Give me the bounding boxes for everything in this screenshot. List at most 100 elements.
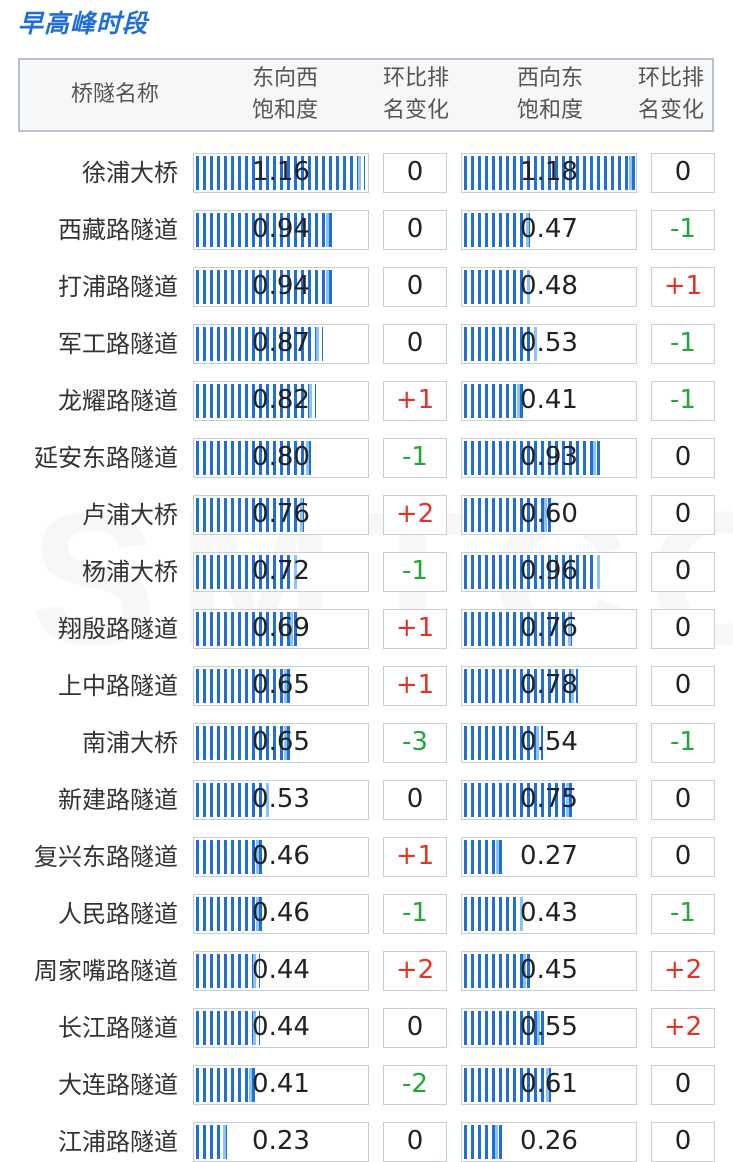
header-bridge-name: 桥隧名称: [70, 82, 159, 107]
bridge-name: 延安东路隧道: [34, 444, 178, 472]
table-row: 龙耀路隧道 0.82 +1 0.41 -1: [0, 373, 733, 430]
table-row: 江浦路隧道 0.23 0 0.26 0: [0, 1114, 733, 1162]
east-to-west-rank-change: 0: [383, 324, 447, 364]
bridge-name: 南浦大桥: [82, 729, 178, 757]
west-to-east-rank-change: 0: [651, 1065, 715, 1105]
table-row: 大连路隧道 0.41 -2 0.61 0: [0, 1057, 733, 1114]
saturation-value: 0.55: [520, 1012, 578, 1042]
saturation-value: 0.44: [252, 1012, 310, 1042]
east-to-west-saturation-bar: 0.44: [193, 951, 369, 991]
bridge-name: 大连路隧道: [58, 1071, 178, 1099]
saturation-value: 0.93: [520, 442, 578, 472]
west-to-east-saturation-bar: 0.75: [461, 780, 637, 820]
east-to-west-rank-change: -3: [383, 723, 447, 763]
east-to-west-saturation-bar: 0.23: [193, 1122, 369, 1162]
east-to-west-rank-change: -1: [383, 552, 447, 592]
saturation-value: 0.54: [520, 727, 578, 757]
west-to-east-saturation-bar: 0.27: [461, 837, 637, 877]
saturation-value: 0.60: [520, 499, 578, 529]
bridge-name: 杨浦大桥: [82, 558, 178, 586]
saturation-value: 1.16: [252, 157, 310, 187]
bridge-name: 徐浦大桥: [82, 159, 178, 187]
table-row: 新建路隧道 0.53 0 0.75 0: [0, 772, 733, 829]
west-to-east-saturation-bar: 0.76: [461, 609, 637, 649]
west-to-east-saturation-bar: 0.43: [461, 894, 637, 934]
table-row: 人民路隧道 0.46 -1 0.43 -1: [0, 886, 733, 943]
saturation-value: 0.87: [252, 328, 310, 358]
table-row: 徐浦大桥 1.16 0 1.18 0: [0, 145, 733, 202]
west-to-east-rank-change: -1: [651, 381, 715, 421]
east-to-west-saturation-bar: 0.44: [193, 1008, 369, 1048]
east-to-west-rank-change: +2: [383, 495, 447, 535]
table-header: 桥隧名称 东向西 饱和度 环比排 名变化 西向东 饱和度 环比排 名变化: [18, 58, 714, 132]
saturation-value: 0.78: [520, 670, 578, 700]
table-row: 上中路隧道 0.65 +1 0.78 0: [0, 658, 733, 715]
header-east-to-west-saturation: 东向西 饱和度: [251, 66, 318, 123]
west-to-east-rank-change: 0: [651, 666, 715, 706]
saturation-value: 0.76: [520, 613, 578, 643]
bridge-name: 翔殷路隧道: [58, 615, 178, 643]
west-to-east-saturation-bar: 0.93: [461, 438, 637, 478]
saturation-value: 0.75: [520, 784, 578, 814]
table-row: 南浦大桥 0.65 -3 0.54 -1: [0, 715, 733, 772]
table-row: 西藏路隧道 0.94 0 0.47 -1: [0, 202, 733, 259]
bridge-name: 龙耀路隧道: [58, 387, 178, 415]
west-to-east-rank-change: 0: [651, 438, 715, 478]
west-to-east-rank-change: +2: [651, 951, 715, 991]
west-to-east-saturation-bar: 0.60: [461, 495, 637, 535]
east-to-west-saturation-bar: 0.82: [193, 381, 369, 421]
east-to-west-saturation-bar: 1.16: [193, 153, 369, 193]
east-to-west-rank-change: 0: [383, 210, 447, 250]
bridge-name: 新建路隧道: [58, 786, 178, 814]
table-row: 卢浦大桥 0.76 +2 0.60 0: [0, 487, 733, 544]
saturation-value: 0.76: [252, 499, 310, 529]
west-to-east-rank-change: +2: [651, 1008, 715, 1048]
bridge-name: 人民路隧道: [58, 900, 178, 928]
saturation-value: 0.45: [520, 955, 578, 985]
east-to-west-rank-change: +2: [383, 951, 447, 991]
saturation-value: 0.41: [252, 1069, 310, 1099]
east-to-west-saturation-bar: 0.65: [193, 666, 369, 706]
bridge-name: 上中路隧道: [58, 672, 178, 700]
table-row: 长江路隧道 0.44 0 0.55 +2: [0, 1000, 733, 1057]
west-to-east-saturation-bar: 0.26: [461, 1122, 637, 1162]
west-to-east-rank-change: -1: [651, 324, 715, 364]
west-to-east-rank-change: -1: [651, 894, 715, 934]
saturation-value: 0.27: [520, 841, 578, 871]
east-to-west-saturation-bar: 0.72: [193, 552, 369, 592]
west-to-east-saturation-bar: 0.96: [461, 552, 637, 592]
saturation-value: 0.53: [520, 328, 578, 358]
header-east-to-west-rank-change: 环比排 名变化: [382, 66, 449, 123]
west-to-east-rank-change: 0: [651, 495, 715, 535]
table-row: 复兴东路隧道 0.46 +1 0.27 0: [0, 829, 733, 886]
east-to-west-rank-change: -1: [383, 894, 447, 934]
saturation-value: 1.18: [520, 157, 578, 187]
east-to-west-saturation-bar: 0.94: [193, 267, 369, 307]
west-to-east-saturation-bar: 0.53: [461, 324, 637, 364]
bridge-name: 江浦路隧道: [58, 1128, 178, 1156]
west-to-east-saturation-bar: 0.55: [461, 1008, 637, 1048]
saturation-value: 0.65: [252, 670, 310, 700]
east-to-west-saturation-bar: 0.80: [193, 438, 369, 478]
east-to-west-rank-change: 0: [383, 1122, 447, 1162]
saturation-value: 0.80: [252, 442, 310, 472]
saturation-value: 0.46: [252, 841, 310, 871]
page-title: 早高峰时段: [18, 9, 149, 38]
saturation-value: 0.61: [520, 1069, 578, 1099]
west-to-east-saturation-bar: 0.78: [461, 666, 637, 706]
west-to-east-rank-change: -1: [651, 723, 715, 763]
west-to-east-saturation-bar: 1.18: [461, 153, 637, 193]
saturation-value: 0.23: [252, 1126, 310, 1156]
west-to-east-saturation-bar: 0.45: [461, 951, 637, 991]
saturation-value: 0.48: [520, 271, 578, 301]
saturation-value: 0.94: [252, 214, 310, 244]
bridge-name: 复兴东路隧道: [34, 843, 178, 871]
saturation-value: 0.53: [252, 784, 310, 814]
east-to-west-saturation-bar: 0.41: [193, 1065, 369, 1105]
east-to-west-rank-change: 0: [383, 780, 447, 820]
bridge-name: 卢浦大桥: [82, 501, 178, 529]
saturation-value: 0.44: [252, 955, 310, 985]
west-to-east-rank-change: -1: [651, 210, 715, 250]
east-to-west-rank-change: +1: [383, 609, 447, 649]
west-to-east-saturation-bar: 0.47: [461, 210, 637, 250]
